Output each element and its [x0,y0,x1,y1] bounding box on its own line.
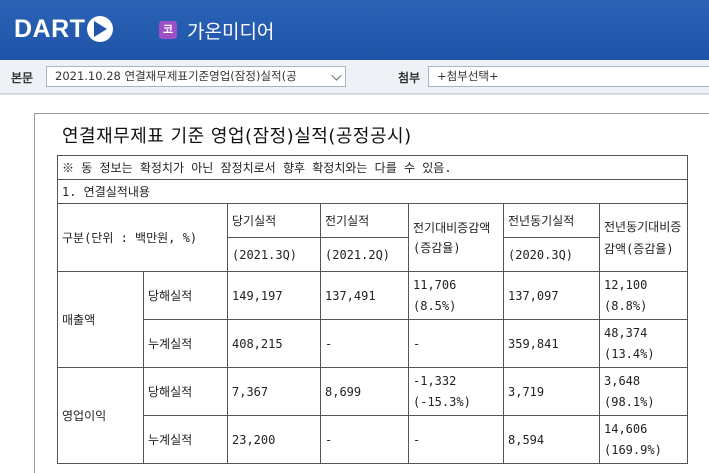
yoy-rate: (169.9%) [604,442,662,457]
yoy-amount: 3,648 [604,373,641,388]
document-title: 연결재무제표 기준 영업(잠정)실적(공정공시) [62,126,412,147]
yoy-amount: 12,100 [604,277,648,292]
previous-value: 8,699 [320,367,409,416]
qoq-amount: - [413,432,421,447]
group-label-revenue: 매출액 [57,271,144,368]
qoq-amount: 11,706 [413,277,457,292]
current-value: 7,367 [227,367,321,416]
yoy-base-value: 8,594 [503,415,600,464]
yoy-base-period: (2020.3Q) [503,237,600,272]
table-row: 누계실적 408,215 - - 359,841 48,374 (13.4%) [58,319,688,368]
yoy-base-value: 359,841 [503,319,600,368]
earnings-table: ※ 동 정보는 확정치가 아닌 잠정치로서 향후 확정치와는 다를 수 있음. … [57,155,688,464]
previous-header: 전기실적 [320,203,409,238]
body-document-select[interactable]: 2021.10.28 연결재무제표기준영업(잠정)실적(공 [46,66,346,87]
dart-logo-arrow-icon [87,16,114,42]
yoy-change: 14,606 (169.9%) [599,415,688,464]
qoq-change: - [408,415,504,464]
qoq-amount: -1,332 [413,373,457,388]
dart-header: DART 코 가온미디어 [0,0,709,60]
previous-value: - [320,319,409,368]
qoq-change: 11,706 (8.5%) [408,271,504,320]
row-label: 누계실적 [143,415,228,464]
table-row: 영업이익 당해실적 7,367 8,699 -1,332 (-15.3%) 3,7… [57,367,688,464]
yoy-amount: 14,606 [604,421,648,436]
yoy-rate: (98.1%) [604,394,655,409]
yoy-change: 48,374 (13.4%) [599,319,688,368]
yoy-change: 12,100 (8.8%) [599,271,688,320]
row-label: 당해실적 [143,271,228,320]
current-value: 149,197 [227,271,321,320]
current-header: 당기실적 [227,203,321,238]
unit-header: 구분(단위 : 백만원, %) [57,203,228,272]
current-period: (2021.3Q) [227,237,321,272]
previous-period: (2021.2Q) [320,237,409,272]
table-row: 누계실적 23,200 - - 8,594 14,606 (169.9%) [58,415,688,464]
current-value: 23,200 [227,415,321,464]
previous-value: 137,491 [320,271,409,320]
qoq-change: - [408,319,504,368]
dart-logo-text: DART [14,14,86,43]
market-badge: 코 [159,21,177,39]
attachment-select-value: +첨부선택+ [437,69,499,83]
yoy-base-value: 137,097 [503,271,600,320]
yoy-base-value: 3,719 [503,367,600,416]
dart-logo[interactable]: DART [14,14,114,44]
table-row: 매출액 당해실적 149,197 137,491 11,706 (8.5%) 13… [57,271,688,368]
current-value: 408,215 [227,319,321,368]
qoq-change: -1,332 (-15.3%) [408,367,504,416]
yoy-rate: (13.4%) [604,346,655,361]
body-label: 본문 [11,71,34,85]
row-label: 누계실적 [143,319,228,368]
qoq-header: 전기대비증감액(증감율) [408,203,504,272]
attachment-label: 첨부 [398,71,421,85]
row-label: 당해실적 [143,367,228,416]
document-toolbar: 본문 2021.10.28 연결재무제표기준영업(잠정)실적(공 첨부 +첨부선… [0,60,709,94]
group-label-operating-income: 영업이익 [57,367,144,464]
section-heading: 1. 연결실적내용 [57,179,688,204]
yoy-change: 3,648 (98.1%) [599,367,688,416]
yoy-amount: 48,374 [604,325,648,340]
yoy-header: 전년동기대비증감액(증감율) [599,203,688,272]
chevron-down-icon [331,70,342,81]
qoq-amount: - [413,336,421,351]
yoy-rate: (8.8%) [604,298,648,313]
disclaimer-note: ※ 동 정보는 확정치가 아닌 잠정치로서 향후 확정치와는 다를 수 있음. [57,155,688,180]
attachment-select[interactable]: +첨부선택+ [428,66,709,87]
qoq-rate: (8.5%) [413,298,457,313]
body-select-value: 2021.10.28 연결재무제표기준영업(잠정)실적(공 [55,69,297,83]
company-name[interactable]: 가온미디어 [187,17,274,44]
previous-value: - [320,415,409,464]
qoq-rate: (-15.3%) [413,394,471,409]
yoy-base-header: 전년동기실적 [503,203,600,238]
